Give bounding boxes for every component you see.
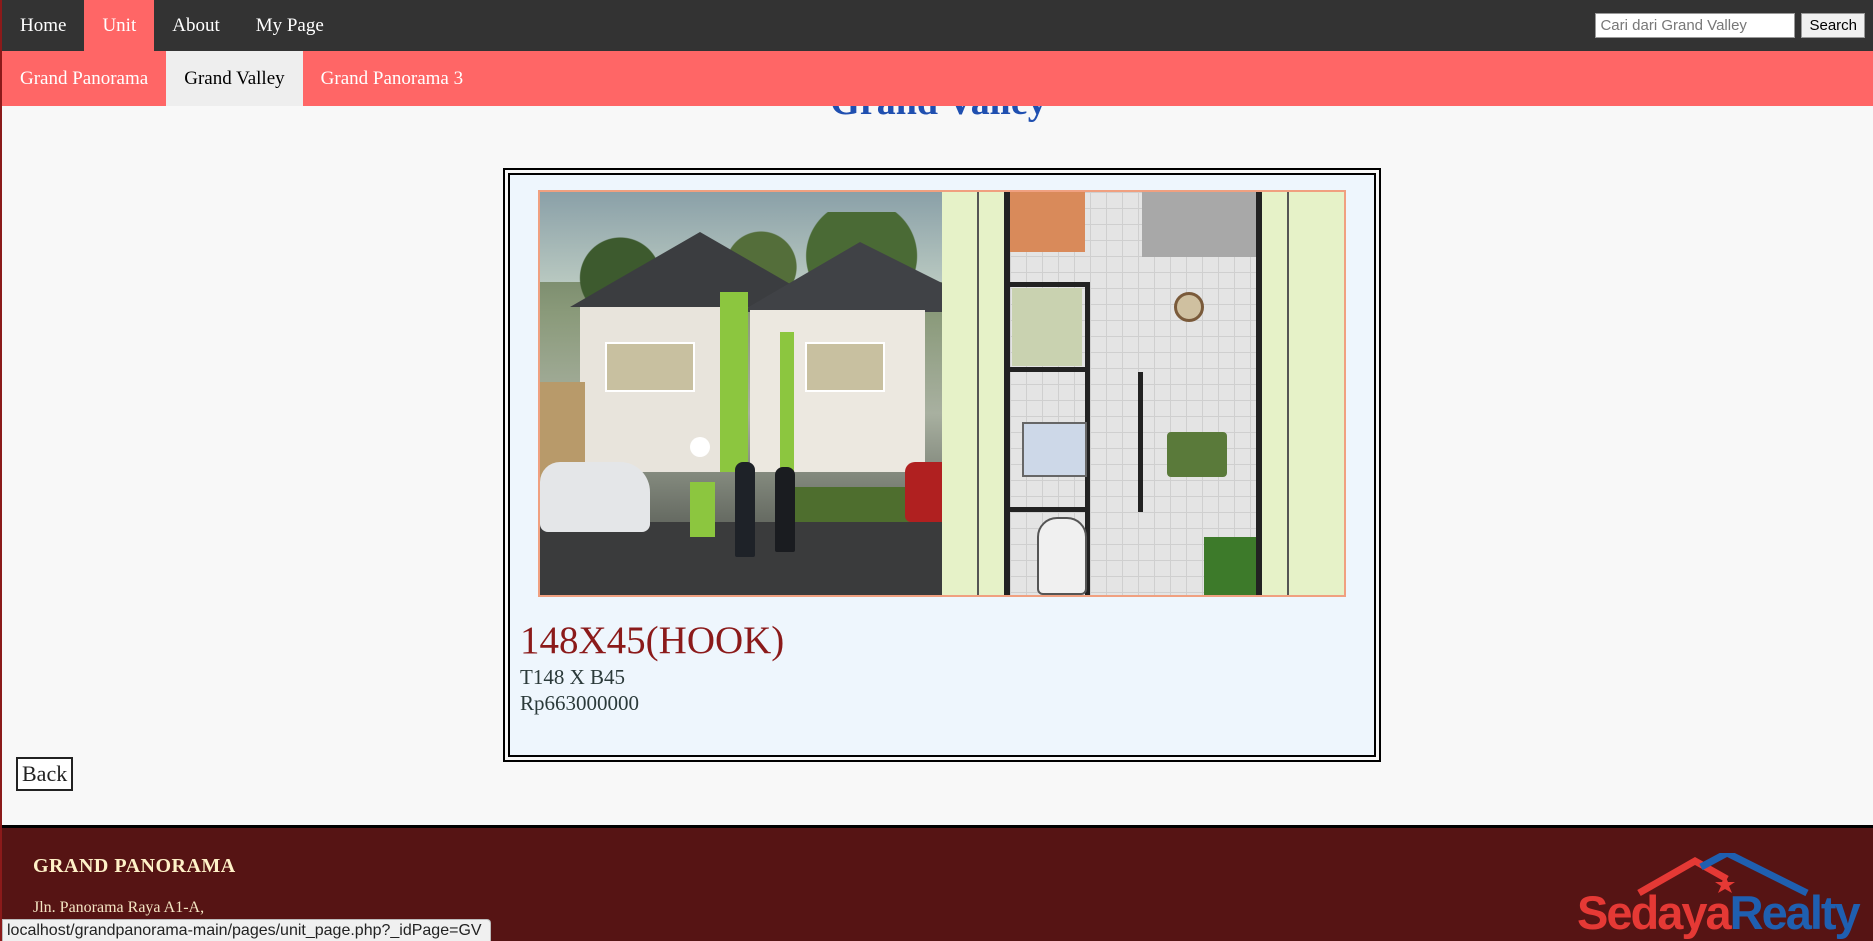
nav-unit[interactable]: Unit xyxy=(84,0,155,51)
subnav-grand-panorama[interactable]: Grand Panorama xyxy=(2,51,166,106)
unit-name: 148X45(HOOK) xyxy=(520,619,785,662)
sedaya-realty-logo: SedayaRealty xyxy=(1577,853,1861,941)
subnav-grand-panorama-3[interactable]: Grand Panorama 3 xyxy=(303,51,481,106)
back-button[interactable]: Back xyxy=(16,757,74,791)
subnav-grand-valley[interactable]: Grand Valley xyxy=(166,51,303,106)
unit-image xyxy=(538,190,1346,597)
logo-text: SedayaRealty xyxy=(1577,886,1861,939)
search-input[interactable] xyxy=(1595,13,1796,38)
nav-home[interactable]: Home xyxy=(2,0,84,51)
search-bar: Search xyxy=(1595,0,1873,51)
unit-size: T148 X B45 xyxy=(520,665,625,689)
footer-address: Jln. Panorama Raya A1-A, xyxy=(33,899,205,916)
floor-plan xyxy=(942,192,1344,595)
nav-about[interactable]: About xyxy=(154,0,238,51)
house-photo xyxy=(540,192,942,595)
search-button[interactable]: Search xyxy=(1801,13,1865,38)
footer-title: GRAND PANORAMA xyxy=(33,855,236,877)
status-bar-url: localhost/grandpanorama-main/pages/unit_… xyxy=(2,919,491,941)
sub-nav: Grand Panorama Grand Valley Grand Panora… xyxy=(2,51,1873,106)
unit-price: Rp663000000 xyxy=(520,691,640,715)
nav-my-page[interactable]: My Page xyxy=(238,0,342,51)
top-nav: Home Unit About My Page Search xyxy=(2,0,1873,51)
